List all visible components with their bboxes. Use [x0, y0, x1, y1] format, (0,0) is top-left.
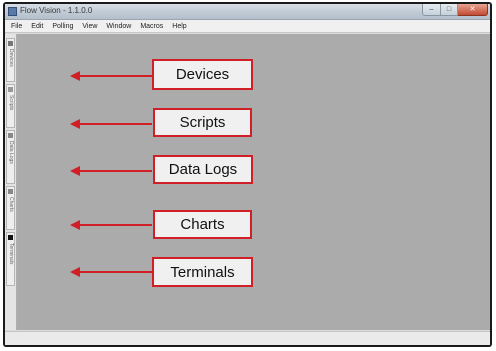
tab-terminals[interactable]: Terminals — [6, 232, 15, 286]
tab-charts[interactable]: Charts — [6, 186, 15, 230]
close-button[interactable]: ✕ — [458, 4, 488, 16]
maximize-button[interactable]: □ — [441, 4, 458, 16]
callout-terminals: Terminals — [152, 257, 253, 287]
menu-bar: File Edit Polling View Window Macros Hel… — [5, 20, 490, 33]
tab-devices-label: Devices — [8, 49, 14, 67]
arrow-devices-icon — [70, 71, 152, 81]
app-window: Flow Vision - 1.1.0.0 – □ ✕ File Edit Po… — [5, 4, 490, 345]
callout-data-logs: Data Logs — [153, 155, 253, 184]
app-logo-icon — [8, 7, 17, 16]
data-logs-icon — [8, 133, 13, 138]
arrow-terminals-icon — [70, 267, 152, 277]
window-controls: – □ ✕ — [422, 4, 488, 16]
tab-devices[interactable]: Devices — [6, 38, 15, 82]
workspace-area: Devices Scripts Data Logs Charts Termina… — [17, 34, 490, 330]
tab-data-logs[interactable]: Data Logs — [6, 130, 15, 184]
arrow-scripts-icon — [70, 119, 152, 129]
menu-polling[interactable]: Polling — [52, 23, 73, 30]
callout-scripts: Scripts — [153, 108, 252, 137]
callout-devices: Devices — [152, 59, 253, 90]
menu-window[interactable]: Window — [106, 23, 131, 30]
charts-icon — [8, 189, 13, 194]
status-bar — [5, 331, 490, 345]
tab-terminals-label: Terminals — [8, 243, 14, 265]
menu-help[interactable]: Help — [172, 23, 186, 30]
minimize-button[interactable]: – — [422, 4, 441, 16]
side-tab-bar: Devices Scripts Data Logs Charts Termina… — [5, 34, 17, 330]
window-title: Flow Vision - 1.1.0.0 — [20, 6, 93, 15]
title-bar[interactable]: Flow Vision - 1.1.0.0 – □ ✕ — [5, 4, 490, 20]
tab-scripts-label: Scripts — [8, 95, 14, 111]
terminal-icon — [8, 235, 13, 240]
menu-edit[interactable]: Edit — [31, 23, 43, 30]
tab-charts-label: Charts — [8, 197, 14, 212]
arrow-charts-icon — [70, 220, 152, 230]
devices-icon — [8, 41, 13, 46]
menu-view[interactable]: View — [82, 23, 97, 30]
scripts-icon — [8, 87, 13, 92]
menu-file[interactable]: File — [11, 23, 22, 30]
tab-data-logs-label: Data Logs — [8, 141, 14, 164]
screenshot-frame: Flow Vision - 1.1.0.0 – □ ✕ File Edit Po… — [3, 2, 492, 347]
tab-scripts[interactable]: Scripts — [6, 84, 15, 128]
menu-macros[interactable]: Macros — [140, 23, 163, 30]
arrow-data-logs-icon — [70, 166, 152, 176]
callout-charts: Charts — [153, 210, 252, 239]
